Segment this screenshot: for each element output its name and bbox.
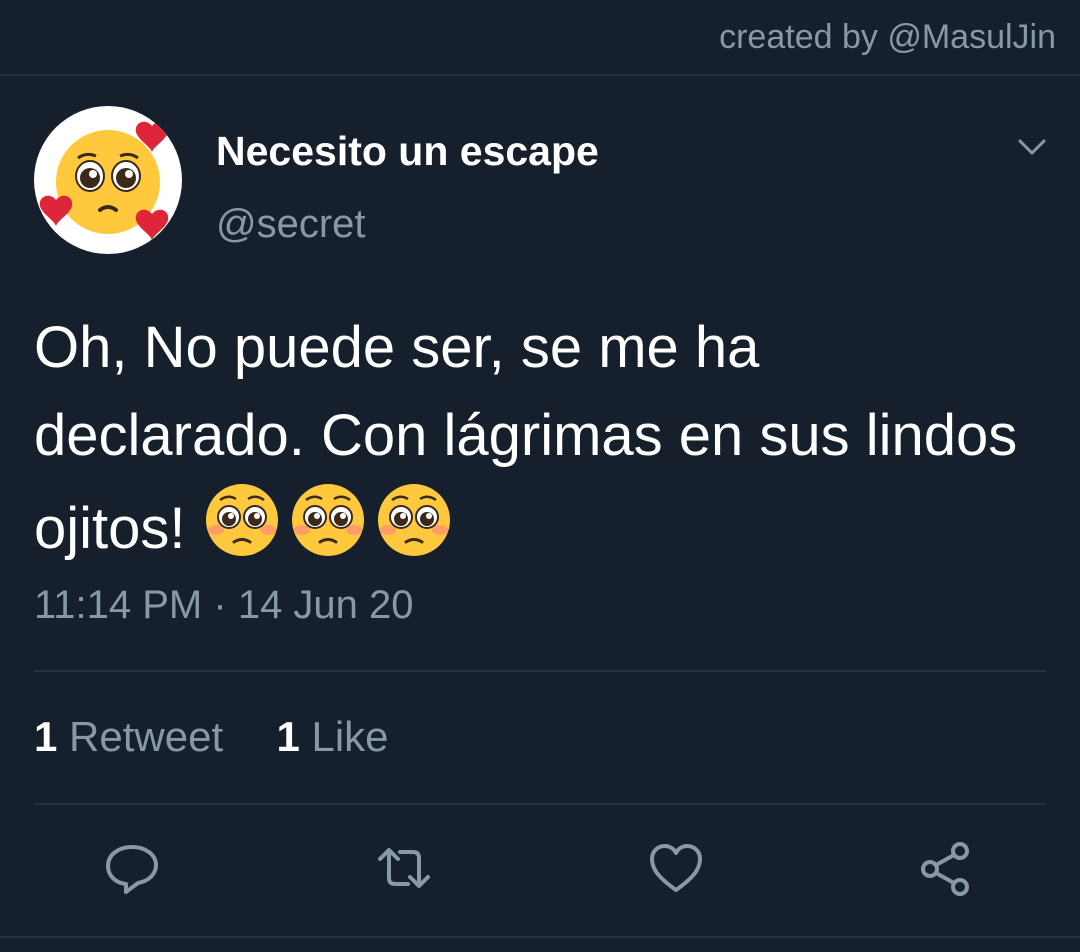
retweet-icon[interactable] <box>374 838 434 898</box>
retweets-stat[interactable]: 1 Retweet <box>34 713 235 760</box>
emoji-group <box>202 480 460 585</box>
like-label: Like <box>311 713 389 760</box>
like-icon[interactable] <box>646 838 706 898</box>
credit-watermark: created by @MasulJin <box>719 18 1056 56</box>
header-divider <box>0 74 1080 76</box>
display-name[interactable]: Necesito un escape <box>216 128 599 175</box>
stats-divider <box>34 803 1046 805</box>
chevron-down-icon[interactable] <box>1016 135 1048 159</box>
meta-separator: · <box>213 583 227 627</box>
engagement-stats: 1 Retweet 1 Like <box>34 713 389 761</box>
like-count: 1 <box>276 713 300 760</box>
tweet-text: Oh, No puede ser, se me ha declarado. Co… <box>34 315 1018 561</box>
user-handle[interactable]: @secret <box>216 202 366 247</box>
tweet-timestamp[interactable]: 11:14 PM · 14 Jun 20 <box>34 583 414 628</box>
pleading-face-hearts-icon <box>39 121 169 240</box>
footer-divider <box>0 936 1080 938</box>
tweet-time: 11:14 PM <box>34 583 203 627</box>
pleading-face-icon <box>205 484 278 556</box>
pleading-face-icon <box>291 484 364 556</box>
share-icon[interactable] <box>916 838 976 898</box>
reply-icon[interactable] <box>102 838 162 898</box>
retweet-count: 1 <box>34 713 58 760</box>
likes-stat[interactable]: 1 Like <box>276 713 388 760</box>
avatar[interactable] <box>34 106 182 254</box>
tweet-body: Oh, No puede ser, se me ha declarado. Co… <box>34 304 1044 585</box>
meta-divider <box>34 670 1046 672</box>
tweet-date: 14 Jun 20 <box>237 583 414 627</box>
pleading-face-icon <box>377 484 450 556</box>
retweet-label: Retweet <box>69 713 224 760</box>
